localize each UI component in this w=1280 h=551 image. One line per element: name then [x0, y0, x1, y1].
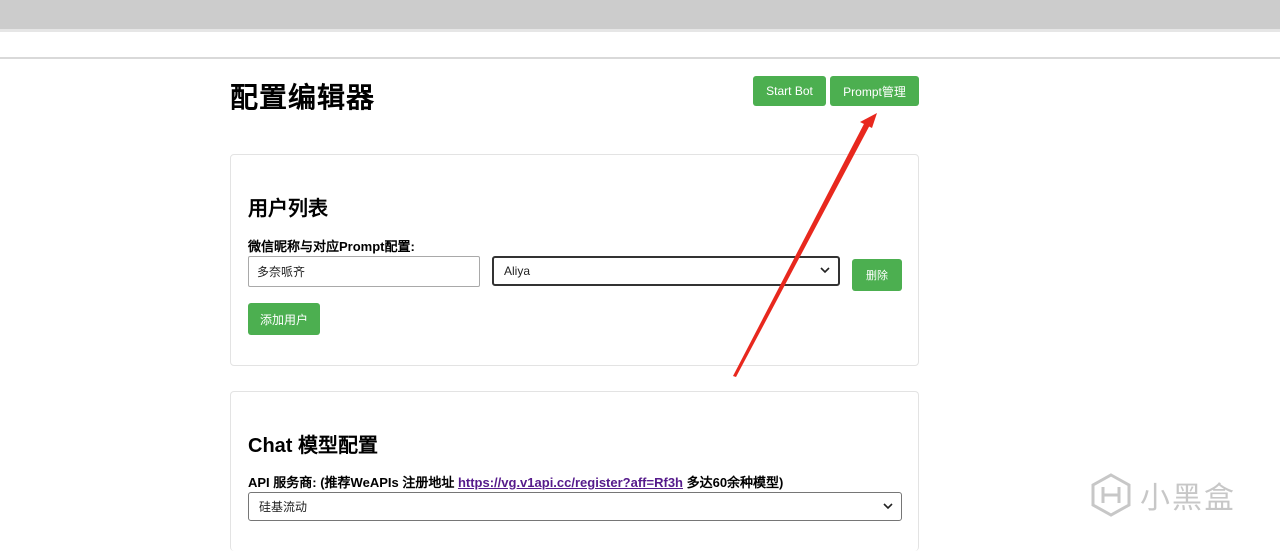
chevron-down-icon — [820, 267, 830, 274]
prompt-select-value: Aliya — [504, 264, 531, 278]
prompt-manage-button[interactable]: Prompt管理 — [830, 76, 919, 106]
user-list-title: 用户列表 — [248, 198, 328, 220]
browser-address-strip — [0, 29, 1280, 59]
user-list-card: 用户列表 微信昵称与对应Prompt配置: Aliya 删除 添加用户 — [230, 154, 919, 366]
add-user-button[interactable]: 添加用户 — [248, 303, 320, 335]
nickname-prompt-label: 微信昵称与对应Prompt配置: — [248, 239, 415, 254]
chat-model-title: Chat 模型配置 — [248, 435, 378, 457]
watermark: 小黑盒 — [1088, 472, 1236, 518]
nickname-input[interactable] — [248, 256, 480, 287]
annotation-arrow-head — [860, 113, 877, 128]
watermark-text: 小黑盒 — [1140, 481, 1236, 516]
api-provider-label-prefix: API 服务商: (推荐WeAPIs 注册地址 — [248, 475, 458, 490]
register-link[interactable]: https://vg.v1api.cc/register?aff=Rf3h — [458, 475, 683, 490]
api-provider-select[interactable]: 硅基流动 — [248, 492, 902, 521]
chat-model-card: Chat 模型配置 API 服务商: (推荐WeAPIs 注册地址 https:… — [230, 391, 919, 551]
delete-user-button[interactable]: 删除 — [852, 259, 902, 291]
api-provider-select-value: 硅基流动 — [259, 500, 308, 514]
page-title: 配置编辑器 — [230, 82, 376, 113]
xiaoheihe-logo-icon — [1091, 473, 1131, 517]
prompt-select[interactable]: Aliya — [492, 256, 840, 286]
api-provider-label-suffix: 多达60余种模型) — [682, 475, 784, 490]
api-provider-label: API 服务商: (推荐WeAPIs 注册地址 https://vg.v1api… — [248, 472, 783, 491]
chevron-down-icon — [883, 502, 893, 509]
browser-tab-bar — [0, 0, 1280, 29]
start-bot-button[interactable]: Start Bot — [753, 76, 826, 106]
